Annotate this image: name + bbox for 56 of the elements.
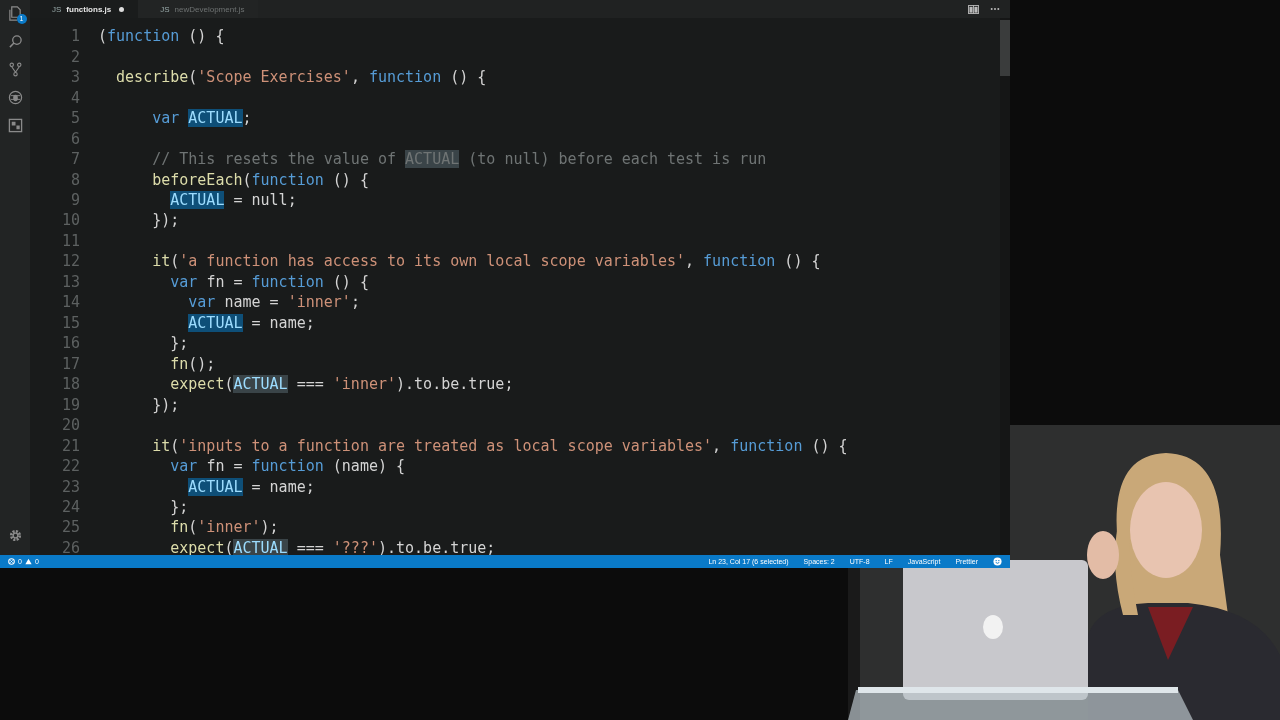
line-number: 14 bbox=[60, 293, 80, 312]
line-number: 5 bbox=[69, 109, 80, 128]
code-line: describe('Scope Exercises', function () { bbox=[115, 68, 487, 87]
code-line: ACTUAL = name; bbox=[187, 477, 315, 496]
code-line: }; bbox=[169, 334, 189, 353]
line-number: 8 bbox=[69, 170, 80, 189]
more-icon[interactable] bbox=[990, 7, 1000, 11]
line-number: 10 bbox=[60, 211, 80, 230]
code-line: }); bbox=[151, 395, 180, 414]
line-number: 23 bbox=[60, 477, 80, 496]
line-number: 19 bbox=[60, 395, 80, 414]
line-number: 16 bbox=[60, 334, 80, 353]
line-number: 26 bbox=[60, 538, 80, 555]
line-number: 4 bbox=[69, 88, 80, 107]
line-number: 7 bbox=[69, 150, 80, 169]
code-line: it('a function has access to its own local scope variables', function () { bbox=[151, 252, 821, 271]
code-line: ACTUAL = name; bbox=[187, 313, 315, 332]
branch-icon[interactable] bbox=[7, 62, 23, 77]
split-editor-icon[interactable] bbox=[968, 4, 979, 14]
extensions-icon[interactable] bbox=[7, 118, 23, 133]
code-line: beforeEach(function () { bbox=[151, 170, 369, 189]
line-number: 12 bbox=[60, 252, 80, 271]
line-number: 2 bbox=[69, 47, 80, 66]
error-icon bbox=[8, 558, 15, 565]
search-icon[interactable] bbox=[7, 34, 23, 49]
debug-icon[interactable] bbox=[7, 90, 23, 105]
warning-icon bbox=[24, 558, 32, 565]
code-line: fn('inner'); bbox=[169, 518, 279, 537]
line-number: 25 bbox=[60, 518, 80, 537]
line-number: 21 bbox=[60, 436, 80, 455]
line-number: 24 bbox=[60, 498, 80, 516]
code-line: fn(); bbox=[169, 354, 216, 373]
settings-icon[interactable] bbox=[7, 528, 23, 543]
editor-tab[interactable]: JS functions.js bbox=[30, 0, 139, 18]
line-number: 9 bbox=[69, 191, 80, 209]
code-line: }; bbox=[169, 498, 189, 516]
code-line: (function () { bbox=[98, 27, 225, 46]
files-icon[interactable] bbox=[7, 6, 23, 21]
line-number: 22 bbox=[60, 457, 80, 476]
line-number: 13 bbox=[60, 272, 80, 291]
code-line: }); bbox=[151, 211, 180, 230]
line-number: 3 bbox=[69, 68, 80, 87]
smiley-icon[interactable] bbox=[993, 557, 1002, 566]
line-number: 6 bbox=[69, 129, 80, 148]
line-number: 20 bbox=[60, 416, 80, 435]
line-number: 15 bbox=[60, 313, 80, 332]
line-number: 11 bbox=[60, 231, 80, 250]
line-number: 18 bbox=[60, 375, 80, 394]
code-line: var fn = function () { bbox=[169, 272, 369, 291]
code-line: ACTUAL = null; bbox=[169, 191, 297, 209]
code-line: expect(ACTUAL === 'inner').to.be.true; bbox=[169, 375, 514, 394]
line-number: 17 bbox=[60, 354, 80, 373]
line-number: 1 bbox=[69, 27, 80, 46]
code-line: it('inputs to a function are treated as local scope variables', function () { bbox=[151, 436, 848, 455]
code-line: var fn = function (name) { bbox=[169, 457, 406, 476]
code-line: var name = 'inner'; bbox=[187, 293, 360, 312]
